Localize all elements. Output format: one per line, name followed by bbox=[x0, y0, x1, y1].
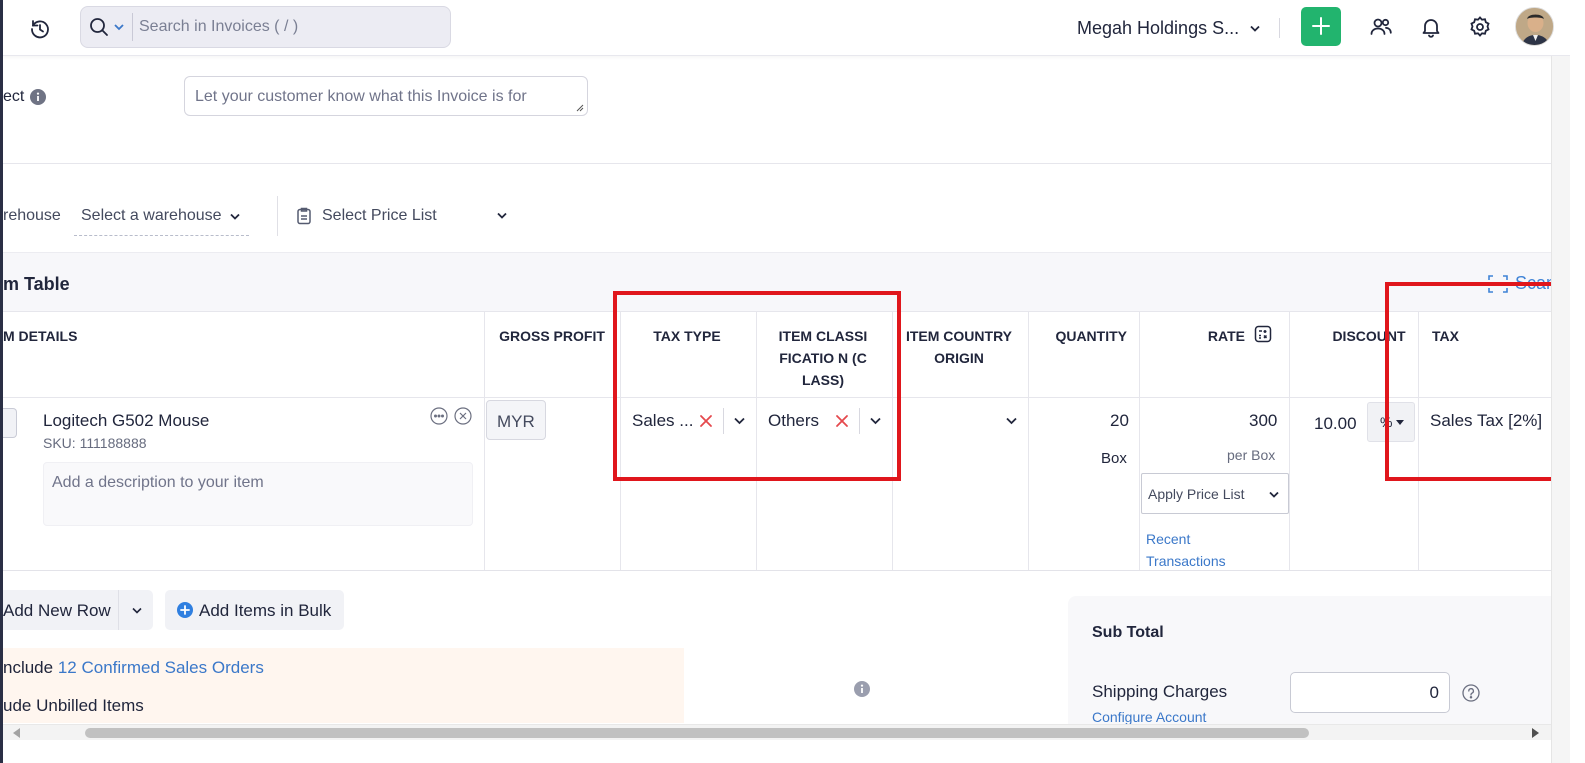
chevron-down-icon[interactable] bbox=[496, 212, 508, 220]
item-name[interactable]: Logitech G502 Mouse bbox=[43, 411, 209, 431]
search-bar[interactable] bbox=[80, 6, 451, 48]
column-gross-profit: GROSS PROFIT bbox=[499, 328, 605, 344]
column-item-details: M DETAILS bbox=[3, 328, 78, 344]
item-description-field[interactable] bbox=[43, 462, 473, 526]
resize-handle-icon[interactable] bbox=[576, 104, 584, 112]
vertical-scrollbar[interactable] bbox=[1551, 56, 1570, 763]
shipping-charges-label: Shipping Charges bbox=[1092, 682, 1228, 701]
item-table-title: m Table bbox=[3, 274, 70, 294]
item-sku: SKU: 111188888 bbox=[43, 435, 147, 451]
subject-input[interactable] bbox=[185, 77, 587, 115]
rate-unit: per Box bbox=[1227, 447, 1276, 463]
clipboard-icon bbox=[297, 207, 311, 225]
sub-total-label: Sub Total bbox=[1092, 624, 1164, 641]
include-unbilled-items[interactable]: ude Unbilled Items bbox=[3, 696, 144, 716]
column-divider bbox=[484, 312, 485, 570]
row-divider bbox=[3, 570, 1551, 571]
totals-summary: Sub Total Shipping Charges Configure Acc… bbox=[1068, 596, 1551, 725]
add-new-row-label: Add New Row bbox=[3, 601, 111, 620]
add-items-in-bulk-button[interactable]: Add Items in Bulk bbox=[165, 590, 344, 630]
info-icon[interactable] bbox=[854, 681, 870, 697]
topbar-divider bbox=[1279, 18, 1280, 38]
calculator-icon[interactable] bbox=[1254, 325, 1272, 343]
button-divider bbox=[118, 590, 119, 630]
scroll-right-arrow-icon[interactable] bbox=[1531, 728, 1539, 738]
column-item-country-origin: ITEM COUNTRY ORIGIN bbox=[892, 312, 1026, 398]
gear-icon[interactable] bbox=[1468, 15, 1492, 39]
subject-label: ect bbox=[3, 88, 25, 105]
column-divider bbox=[1028, 312, 1029, 570]
price-list-select[interactable]: Select Price List bbox=[322, 207, 437, 225]
filter-divider bbox=[277, 196, 278, 236]
highlight-box-tax bbox=[1385, 282, 1568, 481]
apply-price-list-label: Apply Price List bbox=[1148, 486, 1245, 502]
right-edge bbox=[1570, 0, 1585, 763]
horizontal-scroll-thumb[interactable] bbox=[85, 728, 1309, 738]
column-item-country-origin-label: ITEM COUNTRY ORIGIN bbox=[905, 328, 1013, 366]
plus-circle-icon bbox=[177, 602, 193, 618]
invoice-editor: Megah Holdings S... ect rehouse Select a… bbox=[0, 0, 1585, 763]
chevron-down-icon[interactable] bbox=[131, 607, 143, 615]
organization-switcher[interactable]: Megah Holdings S... bbox=[1077, 18, 1239, 39]
user-photo-icon bbox=[1516, 8, 1553, 45]
scroll-left-arrow-icon[interactable] bbox=[13, 728, 21, 738]
gross-profit-currency: MYR bbox=[486, 400, 546, 440]
add-items-in-bulk-label: Add Items in Bulk bbox=[199, 601, 332, 620]
info-icon[interactable] bbox=[30, 89, 46, 105]
chevron-down-icon[interactable] bbox=[1005, 417, 1018, 425]
rate-input[interactable]: 300 bbox=[1249, 411, 1277, 431]
subject-field[interactable] bbox=[184, 76, 588, 116]
include-prefix: nclude bbox=[3, 658, 54, 677]
recent-history-icon[interactable] bbox=[28, 17, 52, 41]
more-options-icon[interactable] bbox=[430, 407, 448, 425]
bell-icon[interactable] bbox=[1419, 15, 1443, 39]
section-divider bbox=[3, 163, 1551, 164]
column-divider bbox=[1139, 312, 1140, 570]
warehouse-label: rehouse bbox=[3, 207, 61, 224]
chevron-down-icon bbox=[1269, 491, 1279, 498]
item-description-input[interactable] bbox=[44, 463, 472, 525]
chevron-down-icon bbox=[230, 213, 240, 220]
horizontal-scrollbar[interactable] bbox=[3, 724, 1551, 740]
top-bar: Megah Holdings S... bbox=[3, 0, 1570, 56]
help-question-icon[interactable] bbox=[1462, 684, 1480, 702]
column-quantity: QUANTITY bbox=[1055, 328, 1127, 344]
search-scope-chevron-icon[interactable] bbox=[114, 23, 124, 31]
search-divider bbox=[132, 13, 133, 41]
item-country-origin-select[interactable] bbox=[900, 404, 1020, 438]
chevron-down-icon[interactable] bbox=[1249, 25, 1261, 33]
remove-item-icon[interactable] bbox=[454, 407, 472, 425]
search-icon[interactable] bbox=[89, 17, 109, 37]
page-bottom bbox=[3, 740, 1551, 763]
apply-price-list-select[interactable]: Apply Price List bbox=[1141, 473, 1289, 514]
warehouse-select-value: Select a warehouse bbox=[81, 207, 222, 224]
confirmed-sales-orders-link[interactable]: 12 Confirmed Sales Orders bbox=[58, 658, 264, 677]
column-divider bbox=[1289, 312, 1290, 570]
include-sales-orders-line: nclude 12 Confirmed Sales Orders bbox=[3, 658, 264, 678]
quantity-input[interactable]: 20 bbox=[1110, 411, 1129, 431]
recent-transactions-link[interactable]: Recent Transactions bbox=[1146, 528, 1266, 572]
column-rate: RATE bbox=[1207, 328, 1245, 344]
configure-account-link[interactable]: Configure Account bbox=[1092, 709, 1206, 725]
shipping-charges-input[interactable]: 0 bbox=[1290, 672, 1450, 713]
sales-orders-notice: nclude 12 Confirmed Sales Orders ude Unb… bbox=[3, 648, 684, 723]
item-image-placeholder[interactable] bbox=[3, 408, 17, 438]
highlight-box-tax-type-classification bbox=[613, 291, 901, 481]
add-new-row-button[interactable]: Add New Row bbox=[3, 590, 153, 630]
search-input[interactable] bbox=[139, 13, 439, 41]
avatar[interactable] bbox=[1515, 7, 1554, 46]
discount-input[interactable]: 10.00 bbox=[1295, 404, 1363, 440]
quantity-unit: Box bbox=[1101, 450, 1127, 467]
warehouse-select[interactable]: Select a warehouse bbox=[74, 199, 249, 236]
users-icon[interactable] bbox=[1369, 15, 1393, 39]
quick-create-button[interactable] bbox=[1301, 7, 1341, 46]
plus-icon bbox=[1312, 17, 1330, 35]
